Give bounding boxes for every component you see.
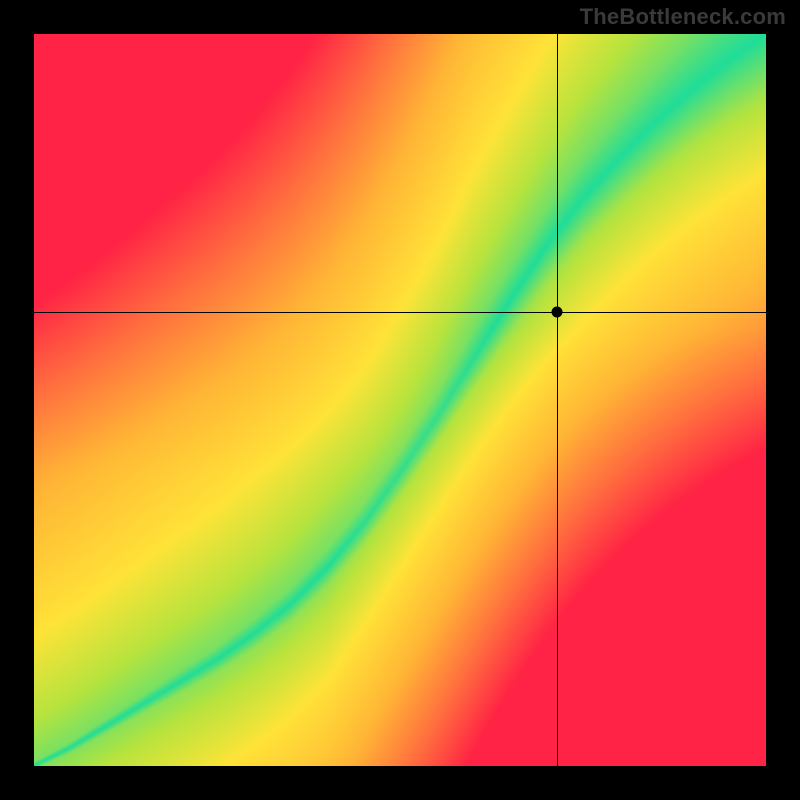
- heatmap-canvas: [34, 34, 766, 766]
- watermark-text: TheBottleneck.com: [580, 4, 786, 30]
- heatmap-plot: [34, 34, 766, 766]
- chart-frame: TheBottleneck.com: [0, 0, 800, 800]
